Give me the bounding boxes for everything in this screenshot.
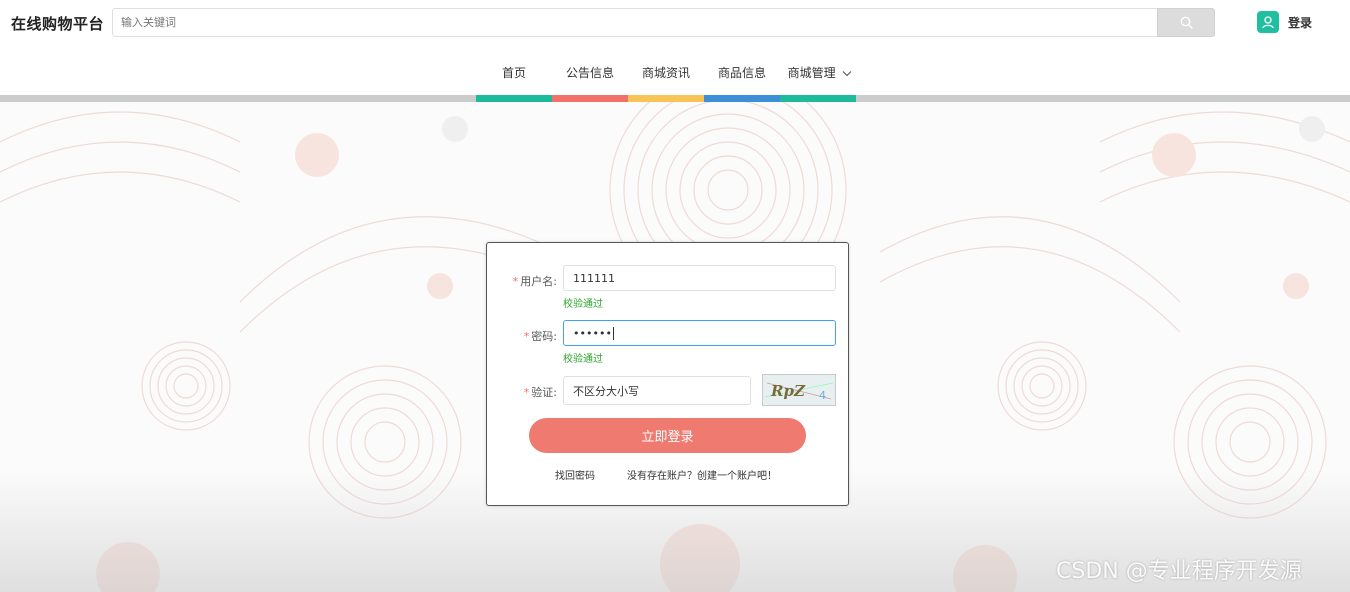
nav-item-news[interactable]: 商城资讯 xyxy=(628,64,704,81)
register-link[interactable]: 没有存在账户？创建一个账户吧！ xyxy=(627,467,777,482)
site-brand[interactable]: 在线购物平台 xyxy=(11,13,104,34)
captcha-image[interactable]: RpZ 4 xyxy=(762,374,836,406)
watermark: CSDN @专业程序开发源 xyxy=(1056,559,1302,584)
captcha-text: RpZ xyxy=(770,382,806,400)
captcha-input[interactable]: 不区分大小写 xyxy=(563,376,751,405)
nav-color-home xyxy=(476,95,552,102)
user-avatar-icon[interactable] xyxy=(1257,11,1279,33)
forgot-password-link[interactable]: 找回密码 xyxy=(555,467,595,482)
nav-color-news xyxy=(628,95,704,102)
search-button[interactable] xyxy=(1157,8,1215,37)
password-status: 校验通过 xyxy=(563,354,603,365)
svg-text:4: 4 xyxy=(819,389,826,402)
login-form: * 用户名: 111111 校验通过 * 密码: •••••• 校验通过 * 验证: … xyxy=(486,242,849,506)
search-icon xyxy=(1180,16,1193,29)
nav-color-products xyxy=(704,95,780,102)
nav-item-announcements[interactable]: 公告信息 xyxy=(552,64,628,81)
nav-item-products[interactable]: 商品信息 xyxy=(704,64,780,81)
captcha-placeholder: 不区分大小写 xyxy=(573,384,639,398)
captcha-graphic: RpZ 4 xyxy=(764,382,834,402)
nav-item-label: 商城资讯 xyxy=(641,66,690,80)
username-value: 111111 xyxy=(573,271,615,285)
nav-item-label: 商品信息 xyxy=(717,66,766,80)
password-label: * 密码: xyxy=(523,330,557,343)
nav-item-label: 首页 xyxy=(501,66,526,80)
username-input[interactable]: 111111 xyxy=(563,265,836,291)
password-value: •••••• xyxy=(573,326,612,340)
nav-color-management xyxy=(780,95,856,102)
verify-label: * 验证: xyxy=(523,386,557,399)
nav-item-home[interactable]: 首页 xyxy=(476,64,552,81)
top-header: 在线购物平台 登录 xyxy=(0,0,1350,44)
nav-item-management[interactable]: 商城管理 xyxy=(780,64,860,81)
username-status: 校验通过 xyxy=(563,299,603,310)
login-link[interactable]: 登录 xyxy=(1288,14,1312,31)
nav-item-label: 商城管理 xyxy=(787,66,836,80)
password-input[interactable]: •••••• xyxy=(563,320,836,346)
chevron-down-icon xyxy=(843,71,852,77)
nav-color-announcements xyxy=(552,95,628,102)
nav-item-label: 公告信息 xyxy=(565,66,614,80)
username-label: * 用户名: xyxy=(512,275,557,288)
login-submit-button[interactable]: 立即登录 xyxy=(529,418,806,453)
search-input[interactable] xyxy=(112,8,1158,37)
